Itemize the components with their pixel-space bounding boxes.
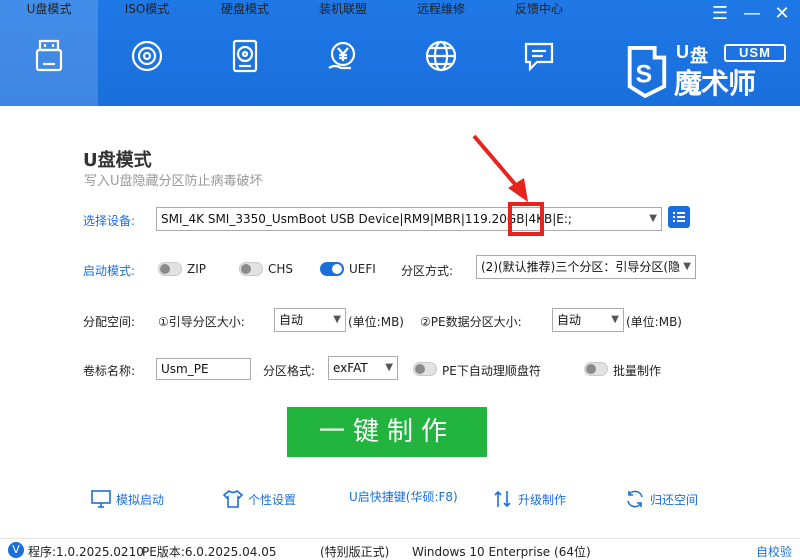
partition-mode-value: (2)(默认推荐)三个分区：引导分区(隐: [481, 260, 681, 274]
zip-label: ZIP: [187, 262, 206, 276]
logo-u: U: [676, 42, 689, 62]
boot-size-label: ①引导分区大小:: [158, 315, 245, 329]
partition-mode-label: 分区方式:: [401, 264, 454, 278]
pe-version: PE版本:6.0.2025.04.05: [142, 545, 277, 559]
status-bar: V 程序:1.0.2025.0210 PE版本:6.0.2025.04.05 (…: [0, 538, 800, 560]
version-badge: V: [8, 542, 24, 558]
upgrade-arrows-icon: [494, 490, 511, 508]
pe-size-label: ②PE数据分区大小:: [420, 315, 522, 329]
nav-iso-mode-label: ISO模式: [124, 2, 170, 16]
chevron-down-icon: ▼: [611, 314, 619, 325]
page-title: U盘模式: [83, 150, 152, 171]
simulate-boot-button[interactable]: 模拟启动: [90, 488, 164, 510]
refresh-icon: [627, 490, 643, 508]
boot-size-select[interactable]: 自动 ▼: [274, 308, 346, 332]
zip-toggle[interactable]: [158, 262, 182, 276]
close-icon[interactable]: ✕: [768, 4, 796, 24]
boot-size-value: 自动: [279, 313, 304, 327]
logo-badge: USM: [724, 44, 786, 62]
usb-icon: [31, 38, 67, 74]
chevron-down-icon: ▼: [649, 213, 657, 224]
boot-size-unit: (单位:MB): [348, 315, 404, 329]
list-icon: [673, 212, 685, 222]
chevron-down-icon: ▼: [333, 314, 341, 325]
os-text: Windows 10 Enterprise (64位): [412, 545, 591, 559]
pe-size-value: 自动: [557, 313, 582, 327]
format-label: 分区格式:: [263, 364, 316, 378]
app-header: U盘模式 ISO模式 硬盘模式 装机联盟 远程维修 反馈中心 ☰ — ✕ S U…: [0, 0, 800, 106]
svg-text:S: S: [635, 61, 652, 89]
batch-toggle[interactable]: [584, 362, 608, 376]
program-version: 程序:1.0.2025.0210: [28, 545, 144, 559]
nav-usb-mode-label: U盘模式: [26, 2, 72, 16]
upgrade-make-label: 升级制作: [518, 492, 567, 507]
chevron-down-icon: ▼: [385, 362, 393, 373]
nav-harddisk-mode[interactable]: 硬盘模式: [196, 0, 294, 106]
yen-icon: [325, 38, 361, 74]
nav-install-union-label: 装机联盟: [318, 2, 367, 16]
volume-name-input[interactable]: Usm_PE: [156, 358, 251, 380]
nav-install-union[interactable]: 装机联盟: [294, 0, 392, 106]
simulate-boot-label: 模拟启动: [116, 492, 165, 507]
harddisk-icon: [227, 38, 263, 74]
nav-iso-mode[interactable]: ISO模式: [98, 0, 196, 106]
uefi-label: UEFI: [349, 262, 376, 276]
page-subtitle: 写入U盘隐藏分区防止病毒破坏: [84, 174, 263, 189]
monitor-icon: [91, 490, 111, 508]
usb-shield-logo-icon: S: [627, 46, 667, 98]
menu-icon[interactable]: ☰: [706, 4, 734, 24]
nav-feedback[interactable]: 反馈中心: [490, 0, 588, 106]
brand-logo: S U 盘 USM 魔术师: [622, 42, 790, 102]
logo-brand: 魔术师: [674, 67, 756, 100]
edition-text: (特别版正式): [320, 545, 390, 559]
personal-settings-label: 个性设置: [248, 492, 297, 507]
chevron-down-icon: ▼: [681, 256, 691, 278]
batch-label: 批量制作: [613, 364, 662, 378]
volume-label: 卷标名称:: [83, 364, 136, 378]
nav-feedback-label: 反馈中心: [514, 2, 563, 16]
restore-space-label: 归还空间: [650, 492, 699, 507]
device-list-button[interactable]: [668, 206, 690, 228]
chs-label: CHS: [268, 262, 294, 276]
restore-space-button[interactable]: 归还空间: [624, 488, 698, 510]
globe-icon: [423, 38, 459, 74]
alloc-label: 分配空间:: [83, 315, 136, 329]
auto-letter-toggle[interactable]: [413, 362, 437, 376]
feedback-icon: [521, 38, 557, 74]
hotkey-label: U启快捷键(华硕:F8): [349, 490, 458, 504]
nav-usb-mode[interactable]: U盘模式: [0, 0, 98, 106]
auto-letter-label: PE下自动理顺盘符: [442, 364, 541, 378]
format-select[interactable]: exFAT ▼: [328, 356, 398, 380]
personal-settings-button[interactable]: 个性设置: [222, 488, 296, 510]
chs-toggle[interactable]: [239, 262, 263, 276]
tshirt-icon: [222, 489, 244, 508]
minimize-icon[interactable]: —: [738, 4, 766, 24]
one-click-make-button[interactable]: 一键制作: [287, 407, 487, 457]
pe-size-select[interactable]: 自动 ▼: [552, 308, 624, 332]
annotation-arrow-icon: [472, 134, 528, 202]
self-check-link[interactable]: 自校验: [756, 543, 792, 560]
format-value: exFAT: [333, 361, 368, 375]
highlight-box: [508, 202, 544, 236]
nav-harddisk-mode-label: 硬盘模式: [220, 2, 269, 16]
boot-mode-label: 启动模式:: [83, 264, 136, 278]
upgrade-make-button[interactable]: 升级制作: [492, 488, 566, 510]
partition-mode-select[interactable]: (2)(默认推荐)三个分区：引导分区(隐 ▼: [476, 255, 696, 279]
hotkey-button[interactable]: U启快捷键(华硕:F8): [349, 488, 458, 505]
main-nav: U盘模式 ISO模式 硬盘模式 装机联盟 远程维修 反馈中心: [0, 0, 588, 106]
device-select[interactable]: SMI_4K SMI_3350_UsmBoot USB Device|RM9|M…: [156, 207, 662, 231]
nav-remote-repair[interactable]: 远程维修: [392, 0, 490, 106]
nav-remote-repair-label: 远程维修: [416, 2, 465, 16]
device-label: 选择设备:: [83, 214, 136, 228]
disc-icon: [129, 38, 165, 74]
uefi-toggle[interactable]: [320, 262, 344, 276]
pe-size-unit: (单位:MB): [626, 315, 682, 329]
